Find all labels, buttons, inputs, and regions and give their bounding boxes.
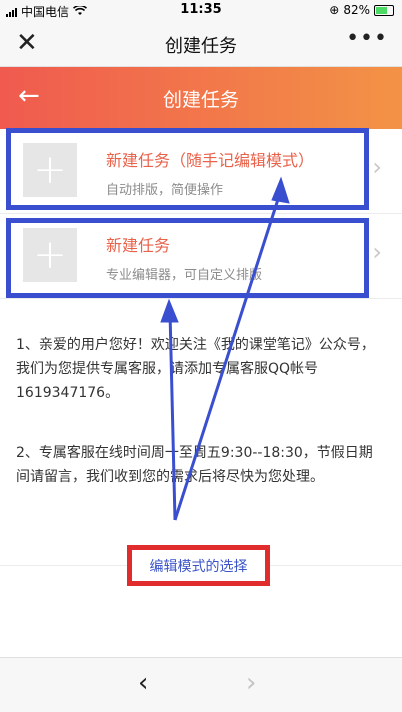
status-bar: 中国电信 11:35 ⊕ 82%	[0, 0, 402, 20]
plus-icon: +	[23, 143, 77, 197]
nav-title: 创建任务	[165, 36, 237, 57]
option-title: 新建任务（随手记编辑模式）	[106, 151, 315, 170]
more-icon[interactable]: •••	[346, 26, 388, 51]
chevron-left-icon[interactable]: ‹	[138, 668, 148, 698]
notice-paragraph-2: 2、专属客服在线时间周一至周五9:30--18:30，节假日期间请留言，我们收到…	[16, 445, 373, 485]
battery-percent: 82%	[343, 3, 370, 17]
app-header: ← 创建任务	[0, 67, 402, 129]
battery-fill	[376, 6, 388, 14]
option-description: 专业编辑器，可自定义排版	[106, 268, 263, 283]
chevron-right-icon[interactable]: ›	[246, 668, 256, 698]
annotation-caption: 编辑模式的选择	[127, 545, 270, 586]
notice-paragraph-1: 1、亲爱的用户您好！欢迎关注《我的课堂笔记》公众号，我们为您提供专属客服，请添加…	[16, 337, 375, 401]
nav-bar: ✕ 创建任务 •••	[0, 20, 402, 67]
orientation-lock-icon: ⊕	[329, 3, 340, 17]
new-task-quick-note-option[interactable]: + 新建任务（随手记编辑模式） 自动排版，简便操作 ›	[0, 129, 402, 214]
option-description: 自动排版，简便操作	[106, 183, 224, 198]
battery-icon	[374, 4, 394, 16]
option-title: 新建任务	[106, 236, 171, 255]
caption-label: 编辑模式的选择	[149, 558, 248, 575]
bottom-nav-bar: ‹ ›	[0, 657, 402, 712]
chevron-right-icon: ›	[372, 238, 382, 266]
plus-icon: +	[23, 228, 77, 282]
new-task-editor-option[interactable]: + 新建任务 专业编辑器，可自定义排版 ›	[0, 214, 402, 299]
chevron-right-icon: ›	[372, 153, 382, 181]
page-title: 创建任务	[162, 89, 239, 111]
